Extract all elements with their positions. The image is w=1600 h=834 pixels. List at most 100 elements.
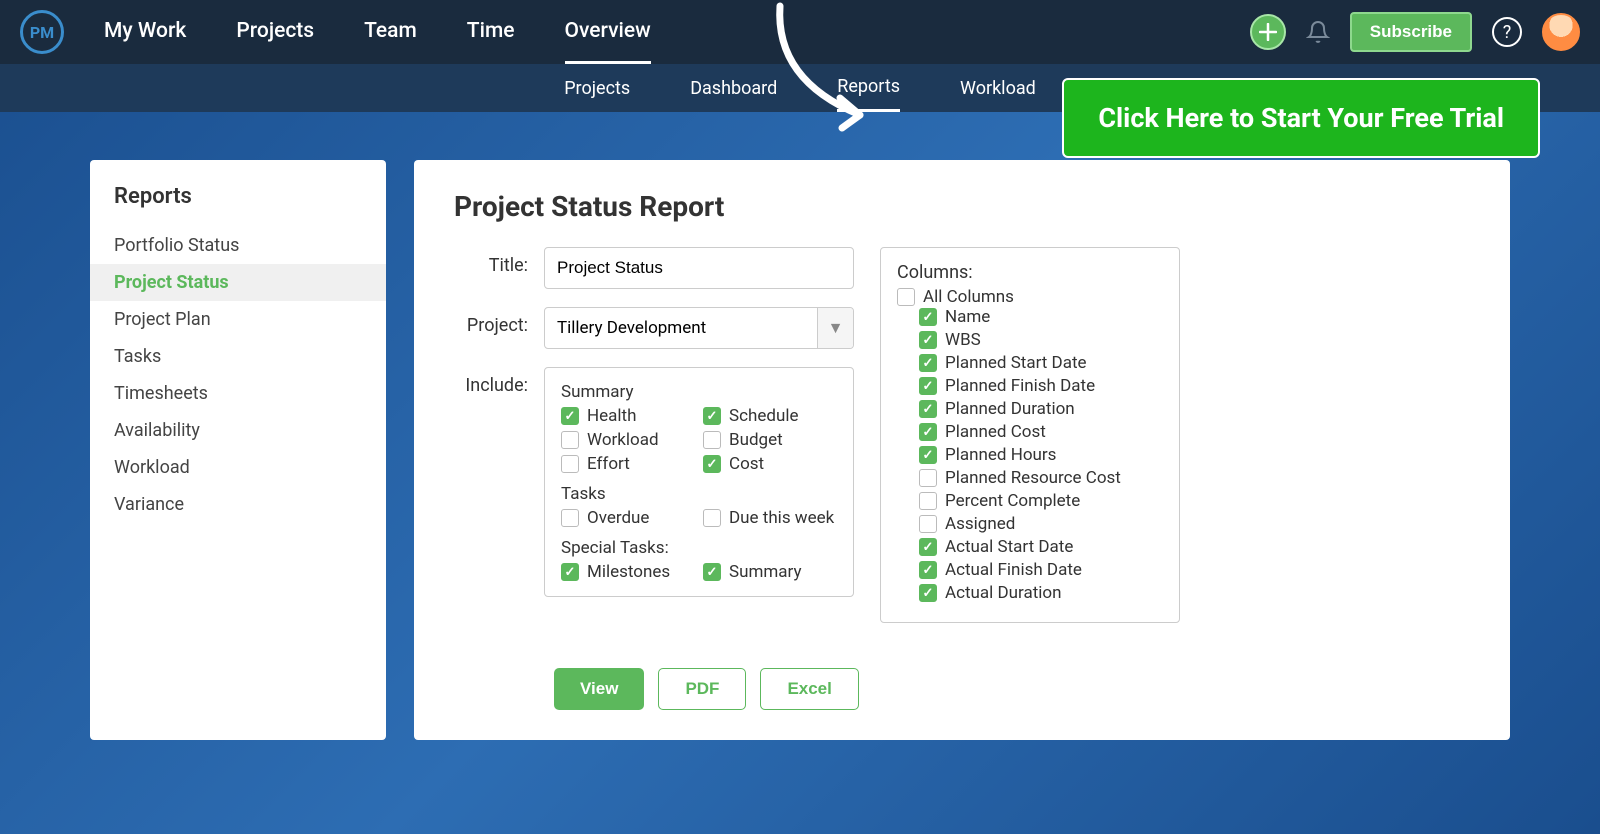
include-special-header: Special Tasks: xyxy=(561,538,837,558)
include-workload[interactable]: Workload xyxy=(561,430,695,450)
column-name[interactable]: Name xyxy=(919,307,1163,327)
cta-arrow-icon xyxy=(760,0,920,150)
sidebar-title: Reports xyxy=(90,184,386,227)
checkbox-icon xyxy=(561,563,579,581)
checkbox-icon xyxy=(897,288,915,306)
column-all-label: All Columns xyxy=(923,287,1014,307)
add-button[interactable] xyxy=(1250,14,1286,50)
primary-nav: My Work Projects Team Time Overview xyxy=(104,1,651,64)
title-input[interactable] xyxy=(544,247,854,289)
include-health[interactable]: Health xyxy=(561,406,695,426)
help-icon[interactable]: ? xyxy=(1492,17,1522,47)
column-actual-finish-date[interactable]: Actual Finish Date xyxy=(919,560,1163,580)
checkbox-icon xyxy=(919,492,937,510)
cta-free-trial-button[interactable]: Click Here to Start Your Free Trial xyxy=(1062,78,1540,158)
checkbox-icon xyxy=(919,561,937,579)
plus-icon xyxy=(1259,23,1277,41)
nav-item-time[interactable]: Time xyxy=(467,1,515,64)
include-cost-label: Cost xyxy=(729,454,764,474)
column-planned-finish-date[interactable]: Planned Finish Date xyxy=(919,376,1163,396)
include-schedule[interactable]: Schedule xyxy=(703,406,837,426)
columns-panel[interactable]: Columns: All Columns NameWBSPlanned Star… xyxy=(880,247,1180,623)
nav-item-overview[interactable]: Overview xyxy=(565,1,651,64)
include-cost[interactable]: Cost xyxy=(703,454,837,474)
nav-item-my-work[interactable]: My Work xyxy=(104,1,186,64)
subscribe-button[interactable]: Subscribe xyxy=(1350,12,1472,52)
column-actual-start-date[interactable]: Actual Start Date xyxy=(919,537,1163,557)
column-percent-complete[interactable]: Percent Complete xyxy=(919,491,1163,511)
main-panel: Project Status Report Title: Project: Ti… xyxy=(414,160,1510,740)
content-area: Reports Portfolio StatusProject StatusPr… xyxy=(0,112,1600,740)
app-logo[interactable]: PM xyxy=(20,10,64,54)
column-planned-start-date[interactable]: Planned Start Date xyxy=(919,353,1163,373)
sidebar-item-availability[interactable]: Availability xyxy=(90,412,386,449)
sidebar-item-workload[interactable]: Workload xyxy=(90,449,386,486)
notification-bell-icon[interactable] xyxy=(1306,20,1330,44)
user-avatar[interactable] xyxy=(1542,13,1580,51)
include-health-label: Health xyxy=(587,406,636,426)
checkbox-icon xyxy=(703,509,721,527)
column-planned-hours[interactable]: Planned Hours xyxy=(919,445,1163,465)
checkbox-icon xyxy=(561,455,579,473)
include-due-this-week-label: Due this week xyxy=(729,508,834,528)
column-planned-duration[interactable]: Planned Duration xyxy=(919,399,1163,419)
checkbox-icon xyxy=(561,431,579,449)
include-due-this-week[interactable]: Due this week xyxy=(703,508,837,528)
sidebar-item-variance[interactable]: Variance xyxy=(90,486,386,523)
include-tasks-header: Tasks xyxy=(561,484,837,504)
include-overdue[interactable]: Overdue xyxy=(561,508,695,528)
project-label: Project: xyxy=(454,307,544,336)
view-button[interactable]: View xyxy=(554,668,644,710)
include-effort[interactable]: Effort xyxy=(561,454,695,474)
column-wbs-label: WBS xyxy=(945,330,981,350)
checkbox-icon xyxy=(561,509,579,527)
checkbox-icon xyxy=(703,455,721,473)
column-planned-cost-label: Planned Cost xyxy=(945,422,1046,442)
checkbox-icon xyxy=(561,407,579,425)
checkbox-icon xyxy=(919,469,937,487)
column-planned-resource-cost-label: Planned Resource Cost xyxy=(945,468,1121,488)
checkbox-icon xyxy=(919,308,937,326)
checkbox-icon xyxy=(703,431,721,449)
sidebar-item-tasks[interactable]: Tasks xyxy=(90,338,386,375)
column-planned-cost[interactable]: Planned Cost xyxy=(919,422,1163,442)
column-wbs[interactable]: WBS xyxy=(919,330,1163,350)
column-actual-duration-label: Actual Duration xyxy=(945,583,1062,603)
include-workload-label: Workload xyxy=(587,430,659,450)
title-label: Title: xyxy=(454,247,544,276)
sidebar-item-project-status[interactable]: Project Status xyxy=(90,264,386,301)
column-actual-start-date-label: Actual Start Date xyxy=(945,537,1073,557)
subnav-item-projects[interactable]: Projects xyxy=(564,66,630,111)
actions-row: View PDF Excel xyxy=(554,668,859,710)
topbar-right: Subscribe ? xyxy=(1250,12,1580,52)
include-schedule-label: Schedule xyxy=(729,406,798,426)
include-summary-header: Summary xyxy=(561,382,837,402)
include-budget-label: Budget xyxy=(729,430,783,450)
checkbox-icon xyxy=(919,400,937,418)
column-percent-complete-label: Percent Complete xyxy=(945,491,1080,511)
include-milestones[interactable]: Milestones xyxy=(561,562,695,582)
sidebar-item-project-plan[interactable]: Project Plan xyxy=(90,301,386,338)
checkbox-icon xyxy=(703,407,721,425)
checkbox-icon xyxy=(919,423,937,441)
include-overdue-label: Overdue xyxy=(587,508,649,528)
include-summary[interactable]: Summary xyxy=(703,562,837,582)
column-name-label: Name xyxy=(945,307,990,327)
project-select[interactable]: Tillery Development ▼ xyxy=(544,307,854,349)
pdf-button[interactable]: PDF xyxy=(658,668,746,710)
nav-item-projects[interactable]: Projects xyxy=(236,1,314,64)
subnav-item-workload[interactable]: Workload xyxy=(960,66,1036,111)
checkbox-icon xyxy=(703,563,721,581)
sidebar-item-timesheets[interactable]: Timesheets xyxy=(90,375,386,412)
column-actual-duration[interactable]: Actual Duration xyxy=(919,583,1163,603)
excel-button[interactable]: Excel xyxy=(760,668,858,710)
include-budget[interactable]: Budget xyxy=(703,430,837,450)
column-planned-resource-cost[interactable]: Planned Resource Cost xyxy=(919,468,1163,488)
checkbox-icon xyxy=(919,354,937,372)
sidebar-item-portfolio-status[interactable]: Portfolio Status xyxy=(90,227,386,264)
nav-item-team[interactable]: Team xyxy=(364,1,417,64)
column-assigned[interactable]: Assigned xyxy=(919,514,1163,534)
column-planned-duration-label: Planned Duration xyxy=(945,399,1075,419)
include-effort-label: Effort xyxy=(587,454,630,474)
column-all[interactable]: All Columns xyxy=(897,287,1163,307)
